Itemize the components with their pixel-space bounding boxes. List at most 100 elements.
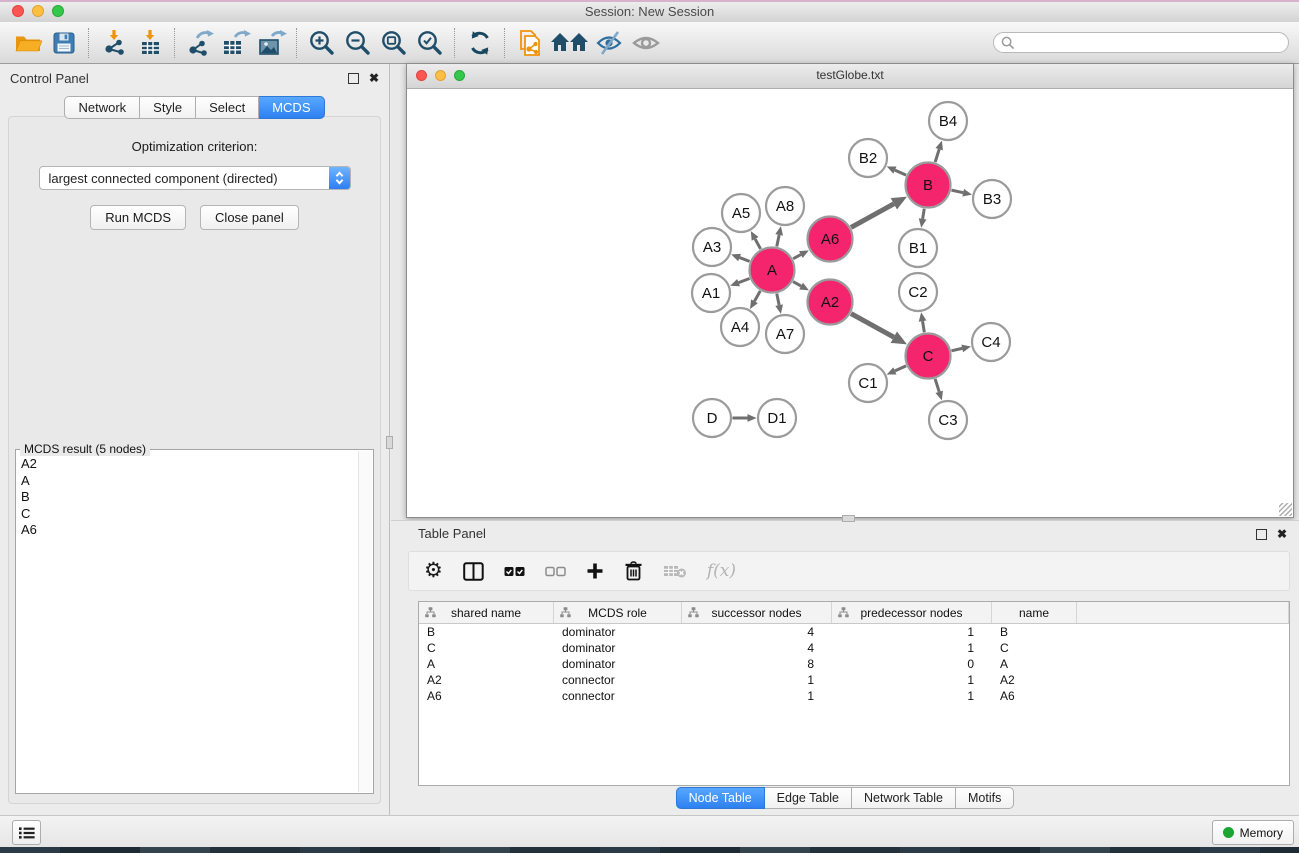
- edge-A-A1[interactable]: [739, 278, 750, 282]
- cell-mcds-role[interactable]: dominator: [554, 640, 682, 656]
- cell-mcds-role[interactable]: dominator: [554, 656, 682, 672]
- cell-predecessor-nodes[interactable]: 1: [832, 672, 992, 688]
- edge-B-B2[interactable]: [895, 170, 906, 175]
- tab-node-table[interactable]: Node Table: [676, 787, 765, 809]
- search-input[interactable]: [993, 32, 1289, 53]
- cell-predecessor-nodes[interactable]: 1: [832, 640, 992, 656]
- edge-A-A5[interactable]: [755, 239, 760, 249]
- graph-node-C4[interactable]: C4: [972, 323, 1010, 361]
- cell-successor-nodes[interactable]: 4: [682, 624, 832, 640]
- mcds-result-item[interactable]: B: [21, 489, 357, 506]
- zoom-selected-icon[interactable]: [412, 26, 448, 60]
- graph-node-B[interactable]: B: [906, 163, 951, 208]
- first-neighbors-icon[interactable]: [548, 26, 592, 60]
- edge-A-A4[interactable]: [754, 291, 760, 301]
- table-row[interactable]: A6connector11A6: [419, 688, 1289, 704]
- graph-node-C3[interactable]: C3: [929, 401, 967, 439]
- graph-node-A6[interactable]: A6: [808, 217, 853, 262]
- edge-C-C1[interactable]: [895, 366, 906, 371]
- column-settings-icon[interactable]: ⚙: [424, 557, 443, 585]
- cell-mcds-role[interactable]: connector: [554, 672, 682, 688]
- graph-node-C1[interactable]: C1: [849, 364, 887, 402]
- refresh-icon[interactable]: [462, 26, 498, 60]
- cell-predecessor-nodes[interactable]: 0: [832, 656, 992, 672]
- graph-node-B3[interactable]: B3: [973, 180, 1011, 218]
- memory-button[interactable]: Memory: [1212, 820, 1294, 845]
- graph-node-C[interactable]: C: [906, 334, 951, 379]
- graph-node-D[interactable]: D: [693, 399, 731, 437]
- table-row[interactable]: A2connector11A2: [419, 672, 1289, 688]
- cell-name[interactable]: C: [992, 640, 1077, 656]
- tab-motifs[interactable]: Motifs: [956, 787, 1014, 809]
- import-network-icon[interactable]: [96, 26, 132, 60]
- show-all-icon[interactable]: [628, 26, 664, 60]
- cell-name[interactable]: B: [992, 624, 1077, 640]
- network-window-titlebar[interactable]: testGlobe.txt: [407, 64, 1293, 89]
- edge-B-B3[interactable]: [951, 190, 963, 193]
- edge-B-B4[interactable]: [935, 149, 939, 162]
- edge-A-A8[interactable]: [777, 235, 779, 247]
- window-resize-grip[interactable]: [1279, 503, 1292, 516]
- cell-successor-nodes[interactable]: 1: [682, 688, 832, 704]
- mcds-result-item[interactable]: A: [21, 473, 357, 490]
- task-history-button[interactable]: [12, 820, 41, 845]
- mcds-result-item[interactable]: A6: [21, 522, 357, 539]
- deselect-all-rows-icon[interactable]: [545, 557, 566, 585]
- cell-name[interactable]: A: [992, 656, 1077, 672]
- cell-name[interactable]: A6: [992, 688, 1077, 704]
- export-image-icon[interactable]: [254, 26, 290, 60]
- mcds-result-item[interactable]: C: [21, 506, 357, 523]
- graph-node-A5[interactable]: A5: [722, 194, 760, 232]
- zoom-in-icon[interactable]: [304, 26, 340, 60]
- edge-C-C4[interactable]: [951, 348, 962, 350]
- create-column-icon[interactable]: [586, 557, 604, 585]
- cell-shared-name[interactable]: A2: [419, 672, 554, 688]
- edge-B-B1[interactable]: [923, 209, 925, 219]
- hide-selected-icon[interactable]: [592, 26, 628, 60]
- edge-A6-B[interactable]: [851, 204, 894, 228]
- tab-network[interactable]: Network: [64, 96, 140, 119]
- export-table-icon[interactable]: [218, 26, 254, 60]
- graph-node-A8[interactable]: A8: [766, 187, 804, 225]
- graph-node-B4[interactable]: B4: [929, 102, 967, 140]
- tab-select[interactable]: Select: [196, 96, 259, 119]
- table-row[interactable]: Adominator80A: [419, 656, 1289, 672]
- cell-mcds-role[interactable]: connector: [554, 688, 682, 704]
- column-header-predecessor-nodes[interactable]: predecessor nodes: [832, 602, 992, 623]
- tab-network-table[interactable]: Network Table: [852, 787, 956, 809]
- column-header-mcds-role[interactable]: MCDS role: [554, 602, 682, 623]
- tab-mcds[interactable]: MCDS: [259, 96, 324, 119]
- cell-predecessor-nodes[interactable]: 1: [832, 688, 992, 704]
- graph-node-A4[interactable]: A4: [721, 308, 759, 346]
- result-scrollbar[interactable]: [358, 451, 372, 792]
- export-network-icon[interactable]: [182, 26, 218, 60]
- edge-A-A3[interactable]: [740, 258, 750, 262]
- edge-A-A6[interactable]: [793, 255, 801, 259]
- edge-A-A2[interactable]: [793, 282, 801, 286]
- clone-network-icon[interactable]: [512, 26, 548, 60]
- close-panel-button[interactable]: Close panel: [200, 205, 299, 230]
- mcds-result-item[interactable]: A2: [21, 456, 357, 473]
- float-panel-icon[interactable]: [348, 73, 359, 84]
- select-all-rows-icon[interactable]: [504, 557, 525, 585]
- cell-successor-nodes[interactable]: 8: [682, 656, 832, 672]
- graph-node-B1[interactable]: B1: [899, 229, 937, 267]
- cell-shared-name[interactable]: B: [419, 624, 554, 640]
- column-header-successor-nodes[interactable]: successor nodes: [682, 602, 832, 623]
- graph-node-A1[interactable]: A1: [692, 274, 730, 312]
- column-header-name[interactable]: name: [992, 602, 1077, 623]
- cell-successor-nodes[interactable]: 1: [682, 672, 832, 688]
- table-row[interactable]: Cdominator41C: [419, 640, 1289, 656]
- run-mcds-button[interactable]: Run MCDS: [90, 205, 186, 230]
- edge-C-C2[interactable]: [923, 321, 925, 332]
- graph-node-D1[interactable]: D1: [758, 399, 796, 437]
- cell-name[interactable]: A2: [992, 672, 1077, 688]
- edge-C-C3[interactable]: [935, 379, 939, 392]
- tab-edge-table[interactable]: Edge Table: [765, 787, 852, 809]
- graph-node-C2[interactable]: C2: [899, 273, 937, 311]
- graph-node-A2[interactable]: A2: [808, 280, 853, 325]
- table-row[interactable]: Bdominator41B: [419, 624, 1289, 640]
- edge-A2-C[interactable]: [851, 314, 894, 338]
- close-table-panel-icon[interactable]: ✖: [1277, 528, 1287, 540]
- import-table-icon[interactable]: [132, 26, 168, 60]
